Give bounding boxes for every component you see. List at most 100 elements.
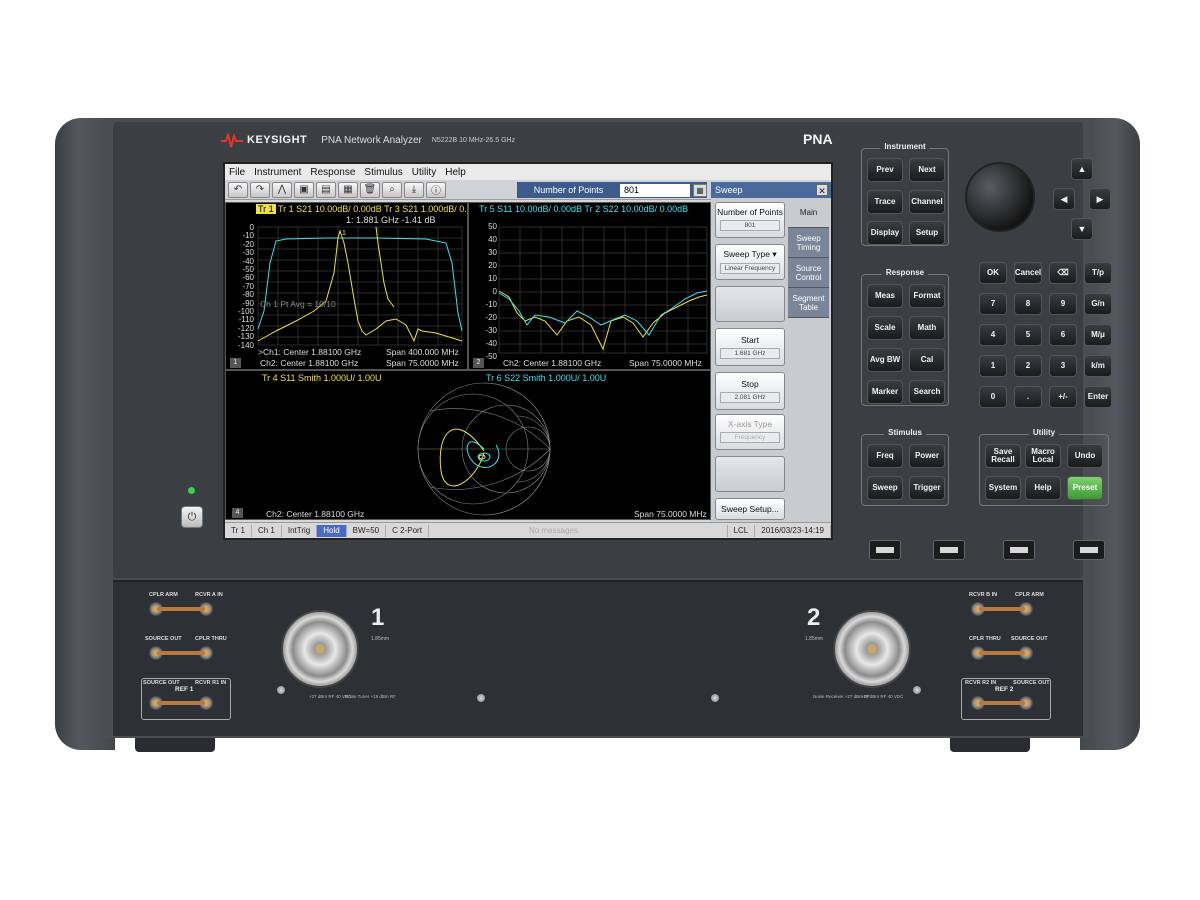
key-2[interactable]: 2 [1014, 355, 1042, 377]
info-icon[interactable]: ⓘ [426, 181, 446, 198]
arrow-right-icon[interactable]: ▶ [1089, 188, 1111, 210]
usb-port[interactable] [1073, 540, 1105, 560]
menu-stimulus[interactable]: Stimulus [364, 167, 402, 178]
tab-sweep-timing[interactable]: Sweep Timing [788, 228, 829, 258]
key-9[interactable]: 9 [1049, 293, 1077, 315]
search-key[interactable]: Search [909, 380, 945, 404]
arrow-down-icon[interactable]: ▼ [1071, 218, 1093, 240]
memory-icon[interactable]: ▤ [316, 181, 336, 198]
key-decimal[interactable]: . [1014, 386, 1042, 408]
key-backspace[interactable]: ⌫ [1049, 262, 1077, 284]
key-g-n[interactable]: G/n [1084, 293, 1112, 315]
menu-instrument[interactable]: Instrument [254, 167, 301, 178]
status-port[interactable]: C 2-Port [386, 524, 429, 537]
status-hold[interactable]: Hold [317, 524, 347, 537]
arrow-left-icon[interactable]: ◀ [1053, 188, 1075, 210]
sweep-type-softkey[interactable]: Sweep Type ▾ Linear Frequency [715, 244, 785, 280]
freq-key[interactable]: Freq [867, 444, 903, 468]
window-1-number[interactable]: 1 [230, 358, 241, 368]
window-2-number[interactable]: 2 [473, 358, 484, 368]
trace-key[interactable]: Trace [867, 190, 903, 214]
display-key[interactable]: Display [867, 221, 903, 245]
meas-key[interactable]: Meas [867, 284, 903, 308]
window-1-ch1-center: >Ch1: Center 1.88100 GHz [258, 347, 362, 357]
tab-segment-table[interactable]: Segment Table [788, 288, 829, 318]
key-6[interactable]: 6 [1049, 324, 1077, 346]
usb-port[interactable] [1003, 540, 1035, 560]
blank-softkey[interactable] [715, 286, 785, 322]
prev-key[interactable]: Prev [867, 158, 903, 182]
stop-softkey[interactable]: Stop 2.081 GHz [715, 372, 785, 410]
key-1[interactable]: 1 [979, 355, 1007, 377]
setup-key[interactable]: Setup [909, 221, 945, 245]
format-key[interactable]: Format [909, 284, 945, 308]
keypad-icon[interactable]: ▦ [693, 183, 707, 197]
rotary-knob[interactable] [965, 162, 1035, 232]
marker-icon[interactable]: ⋀ [272, 181, 292, 198]
power-key[interactable]: Power [909, 444, 945, 468]
download-icon[interactable]: ⤓ [404, 181, 424, 198]
undo-icon[interactable]: ↶ [228, 181, 248, 198]
key-3[interactable]: 3 [1049, 355, 1077, 377]
key-cancel[interactable]: Cancel [1014, 262, 1042, 284]
status-channel[interactable]: Ch 1 [252, 524, 282, 537]
undo-key[interactable]: Undo [1067, 444, 1103, 468]
key-0[interactable]: 0 [979, 386, 1007, 408]
window-2[interactable]: Tr 5 S11 10.00dB/ 0.00dB Tr 2 S22 10.00d… [468, 202, 711, 370]
key-ok[interactable]: OK [979, 262, 1007, 284]
window-4[interactable]: Tr 4 S11 Smith 1.000U/ 1.00U Tr 6 S22 Sm… [225, 370, 711, 520]
key-8[interactable]: 8 [1014, 293, 1042, 315]
power-button[interactable]: ⏻ [181, 506, 203, 528]
menu-utility[interactable]: Utility [412, 167, 436, 178]
delete-icon[interactable]: 🗑 [360, 181, 380, 198]
cal-key[interactable]: Cal [909, 348, 945, 372]
channel-key[interactable]: Channel [909, 190, 945, 214]
menu-help[interactable]: Help [445, 167, 466, 178]
preset-key[interactable]: Preset [1067, 476, 1103, 500]
zoom-icon[interactable]: ⌕ [382, 181, 402, 198]
math-key[interactable]: Math [909, 316, 945, 340]
key-7[interactable]: 7 [979, 293, 1007, 315]
window-4-number[interactable]: 4 [232, 508, 243, 518]
key-enter[interactable]: Enter [1084, 386, 1112, 408]
system-key[interactable]: System [985, 476, 1021, 500]
menu-file[interactable]: File [229, 167, 245, 178]
status-bw[interactable]: BW=50 [347, 524, 387, 537]
number-of-points-softkey[interactable]: Number of Points 801 [715, 202, 785, 238]
save-recall-key[interactable]: Save Recall [985, 444, 1021, 468]
usb-port[interactable] [869, 540, 901, 560]
blank-softkey[interactable] [715, 456, 785, 492]
tab-source-control[interactable]: Source Control [788, 258, 829, 288]
number-of-points-input[interactable]: 801 [620, 183, 690, 197]
key-4[interactable]: 4 [979, 324, 1007, 346]
key-m-u[interactable]: M/μ [1084, 324, 1112, 346]
macro-local-key[interactable]: Macro Local [1025, 444, 1061, 468]
autoscale-icon[interactable]: ▣ [294, 181, 314, 198]
marker-key[interactable]: Marker [867, 380, 903, 404]
redo-icon[interactable]: ↷ [250, 181, 270, 198]
sweep-key[interactable]: Sweep [867, 476, 903, 500]
usb-port[interactable] [933, 540, 965, 560]
arrow-up-icon[interactable]: ▲ [1071, 158, 1093, 180]
start-softkey[interactable]: Start 1.681 GHz [715, 328, 785, 366]
key-t-p[interactable]: T/p [1084, 262, 1112, 284]
next-key[interactable]: Next [909, 158, 945, 182]
key-5[interactable]: 5 [1014, 324, 1042, 346]
scale-key[interactable]: Scale [867, 316, 903, 340]
key-k-m[interactable]: k/m [1084, 355, 1112, 377]
menu-response[interactable]: Response [310, 167, 355, 178]
test-port-1[interactable] [281, 610, 359, 688]
status-trace[interactable]: Tr 1 [225, 524, 252, 537]
sweep-setup-softkey[interactable]: Sweep Setup... [715, 498, 785, 520]
test-port-2[interactable] [833, 610, 911, 688]
save-icon[interactable]: ▦ [338, 181, 358, 198]
window-1[interactable]: Tr 1 Tr 1 S21 10.00dB/ 0.00dB Tr 3 S21 1… [225, 202, 468, 370]
help-key[interactable]: Help [1025, 476, 1061, 500]
trigger-key[interactable]: Trigger [909, 476, 945, 500]
key-plus-minus[interactable]: +/- [1049, 386, 1077, 408]
x-axis-type-softkey[interactable]: X-axis Type Frequency [715, 414, 785, 450]
status-trigger[interactable]: IntTrig [282, 524, 318, 537]
tab-main[interactable]: Main [788, 198, 829, 228]
avg-bw-key[interactable]: Avg BW [867, 348, 903, 372]
close-icon[interactable]: ✕ [816, 184, 828, 196]
